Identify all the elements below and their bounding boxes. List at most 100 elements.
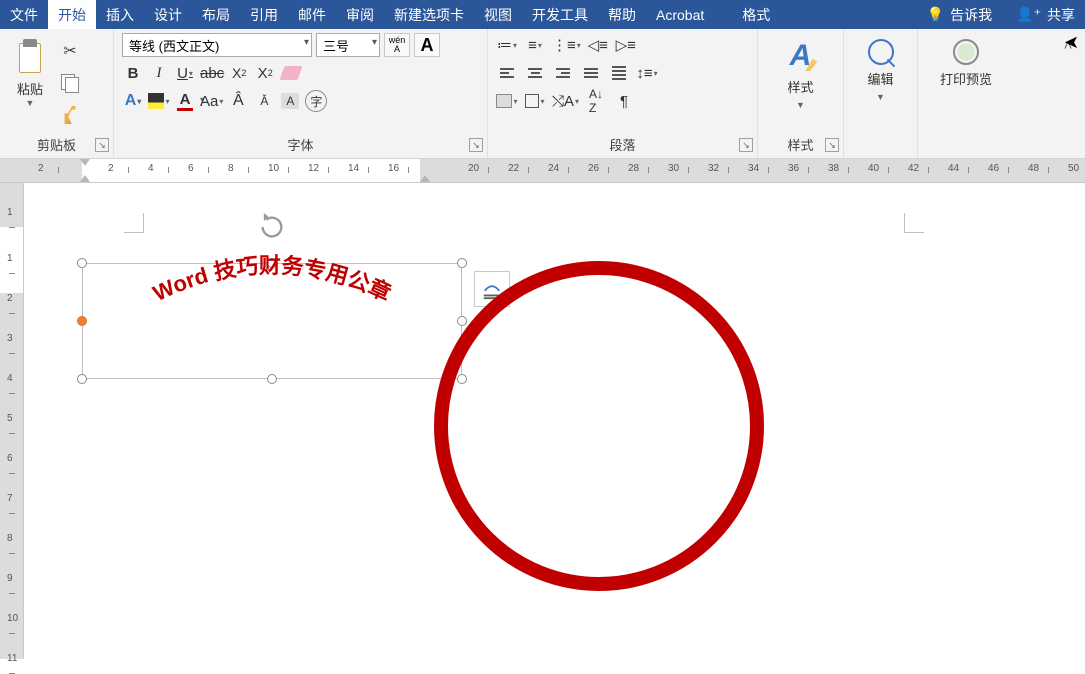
aa-label: Aa	[200, 93, 218, 110]
menu-newtab[interactable]: 新建选项卡	[384, 0, 474, 29]
show-marks-button[interactable]: ¶	[613, 89, 635, 113]
tell-me[interactable]: 💡 告诉我	[913, 0, 1006, 29]
styles-button[interactable]: A 样式 ▼	[772, 33, 830, 110]
change-case-button[interactable]: Aa▾	[200, 89, 223, 113]
pilcrow-icon: ¶	[620, 93, 628, 110]
menu-review[interactable]: 审阅	[336, 0, 384, 29]
document-canvas[interactable]: Word 技巧财务专用公章	[24, 183, 1085, 659]
sort-button[interactable]: A↓Z	[585, 89, 607, 113]
grow-font-button[interactable]: Â	[227, 89, 249, 113]
paste-button[interactable]: 粘贴 ▼	[8, 33, 52, 108]
oval-shape[interactable]	[434, 261, 764, 591]
numbering-button[interactable]: ≡▾	[524, 33, 546, 57]
cursor-icon: ➤	[1064, 32, 1079, 53]
cut-button[interactable]: ✂	[58, 39, 82, 63]
enclose-char-button[interactable]: 字	[305, 89, 327, 113]
edit-button[interactable]: 编辑 ▼	[852, 33, 910, 102]
menu-insert[interactable]: 插入	[96, 0, 144, 29]
ruler-vertical[interactable]: 11234567891011	[0, 183, 24, 659]
copy-button[interactable]	[58, 71, 82, 95]
highlight-button[interactable]: ▾	[148, 89, 170, 113]
ruler-v-tick: 2	[7, 293, 13, 304]
ruler-h-tick: 2	[108, 163, 114, 174]
line-spacing-icon: ↕≡	[636, 65, 652, 82]
italic-button[interactable]: I	[148, 61, 170, 85]
menu-home[interactable]: 开始	[48, 0, 96, 29]
align-center-button[interactable]	[524, 61, 546, 85]
ruler-h-tick: 10	[268, 163, 279, 174]
shrink-font-button[interactable]: Ǎ	[253, 89, 275, 113]
menu-help[interactable]: 帮助	[598, 0, 646, 29]
work-area: 11234567891011 Word 技巧财务专用公章	[0, 183, 1085, 659]
text-direction-icon: ⤭A	[552, 93, 574, 110]
paragraph-launcher[interactable]: ↘	[739, 138, 753, 152]
resize-handle-nw[interactable]	[77, 258, 87, 268]
font-name-combo[interactable]: 等线 (西文正文)▾	[122, 33, 312, 57]
first-line-indent[interactable]	[80, 159, 90, 166]
menu-references[interactable]: 引用	[240, 0, 288, 29]
char-shading-button[interactable]: A	[279, 89, 301, 113]
clipboard-launcher[interactable]: ↘	[95, 138, 109, 152]
hanging-indent[interactable]	[80, 175, 90, 182]
line-spacing-button[interactable]: ↕≡▾	[636, 61, 658, 85]
increase-indent-button[interactable]: ▷≡	[615, 33, 637, 57]
phonetic-guide-button[interactable]: wénA	[384, 33, 410, 57]
font-color-button[interactable]: A▾	[174, 89, 196, 113]
multilevel-icon: ⋮≡	[552, 36, 576, 54]
print-preview-button[interactable]: 打印预览	[926, 33, 1006, 88]
resize-handle-e[interactable]	[457, 316, 467, 326]
menu-view[interactable]: 视图	[474, 0, 522, 29]
font-launcher[interactable]: ↘	[469, 138, 483, 152]
chevron-down-icon: ▾	[372, 37, 377, 48]
bold-button[interactable]: B	[122, 61, 144, 85]
menu-format[interactable]: 格式	[732, 0, 780, 29]
chevron-down-icon: ▼	[796, 100, 805, 110]
menu-mailings[interactable]: 邮件	[288, 0, 336, 29]
menu-dev[interactable]: 开发工具	[522, 0, 598, 29]
align-justify-button[interactable]	[580, 61, 602, 85]
underline-button[interactable]: U▾	[174, 61, 196, 85]
clear-format-button[interactable]	[280, 61, 302, 85]
align-distributed-button[interactable]	[608, 61, 630, 85]
right-indent[interactable]	[420, 175, 430, 182]
shading-button[interactable]: ▾	[496, 89, 518, 113]
ruler-h-tick: 44	[948, 163, 959, 174]
rotate-handle[interactable]	[258, 213, 286, 241]
ruler-h-tick: 20	[468, 163, 479, 174]
subscript-button[interactable]: X2	[228, 61, 250, 85]
font-size-combo[interactable]: 三号▾	[316, 33, 380, 57]
ruler-h-tick: 38	[828, 163, 839, 174]
align-right-button[interactable]	[552, 61, 574, 85]
align-left-button[interactable]	[496, 61, 518, 85]
character-border-button[interactable]: A	[414, 33, 440, 57]
menu-acrobat[interactable]: Acrobat	[646, 0, 714, 29]
format-painter-button[interactable]	[58, 103, 82, 127]
align-left-icon	[500, 68, 514, 78]
borders-button[interactable]: ▾	[524, 89, 546, 113]
borders-icon	[525, 94, 539, 108]
wordart-textbox[interactable]: Word 技巧财务专用公章	[82, 263, 462, 379]
resize-handle-ne[interactable]	[457, 258, 467, 268]
bullets-button[interactable]: ≔▾	[496, 33, 518, 57]
share-button[interactable]: 👤⁺ 共享	[1006, 0, 1085, 29]
tell-me-label: 告诉我	[950, 5, 992, 25]
menu-file[interactable]: 文件	[0, 0, 48, 29]
ruler-v-tick: 7	[7, 493, 13, 504]
scissors-icon: ✂	[63, 41, 76, 61]
text-direction-button[interactable]: ⤭A▾	[552, 89, 579, 113]
adjust-handle[interactable]	[77, 316, 87, 326]
ruler-v-tick: 9	[7, 573, 13, 584]
multilevel-button[interactable]: ⋮≡▾	[552, 33, 581, 57]
share-icon: 👤⁺	[1016, 6, 1041, 23]
decrease-indent-button[interactable]: ◁≡	[587, 33, 609, 57]
eraser-icon	[280, 66, 303, 80]
text-effects-button[interactable]: A▾	[122, 89, 144, 113]
superscript-button[interactable]: X2	[254, 61, 276, 85]
resize-handle-s[interactable]	[267, 374, 277, 384]
ruler-horizontal[interactable]: 2246810121416202224262830323436384042444…	[0, 159, 1085, 183]
menu-design[interactable]: 设计	[144, 0, 192, 29]
menu-layout[interactable]: 布局	[192, 0, 240, 29]
styles-launcher[interactable]: ↘	[825, 138, 839, 152]
strikethrough-button[interactable]: abc	[200, 61, 224, 85]
resize-handle-sw[interactable]	[77, 374, 87, 384]
